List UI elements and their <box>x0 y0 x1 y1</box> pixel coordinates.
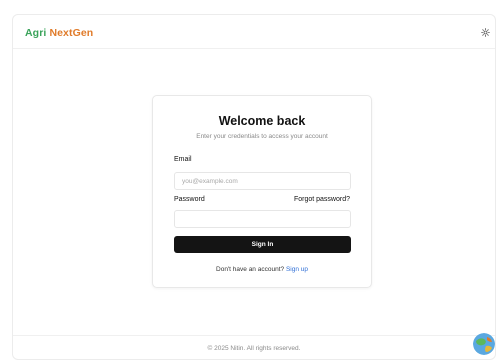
assistant-avatar-button[interactable] <box>473 333 495 355</box>
globe-avatar-icon <box>473 333 495 355</box>
footer-copyright: © 2025 Nitin. All rights reserved. <box>207 345 301 352</box>
top-header: Agri NextGen <box>13 15 495 49</box>
email-field[interactable] <box>174 172 351 190</box>
login-card: Welcome back Enter your credentials to a… <box>152 95 372 288</box>
password-field[interactable] <box>174 210 351 228</box>
brand-name-agri: Agri <box>25 27 47 39</box>
login-title: Welcome back <box>218 114 306 128</box>
app-window: Agri NextGen Welcome back Enter your cre… <box>12 14 496 360</box>
password-label: Password <box>174 196 205 203</box>
sun-icon <box>480 27 490 37</box>
brand-name-nextgen: NextGen <box>49 27 94 39</box>
login-subtitle: Enter your credentials to access your ac… <box>196 133 328 140</box>
sign-up-link[interactable]: Sign up <box>286 266 308 273</box>
signup-prompt: Don't have an account? <box>216 266 285 273</box>
footer-divider <box>13 335 495 336</box>
email-label: Email <box>174 156 192 163</box>
signup-row: Don't have an account? Sign up <box>153 266 371 273</box>
sign-in-button[interactable]: Sign In <box>174 236 351 253</box>
brand-logo[interactable]: Agri NextGen <box>25 27 93 39</box>
forgot-password-link[interactable]: Forgot password? <box>294 196 350 203</box>
theme-toggle-button[interactable] <box>479 26 491 38</box>
